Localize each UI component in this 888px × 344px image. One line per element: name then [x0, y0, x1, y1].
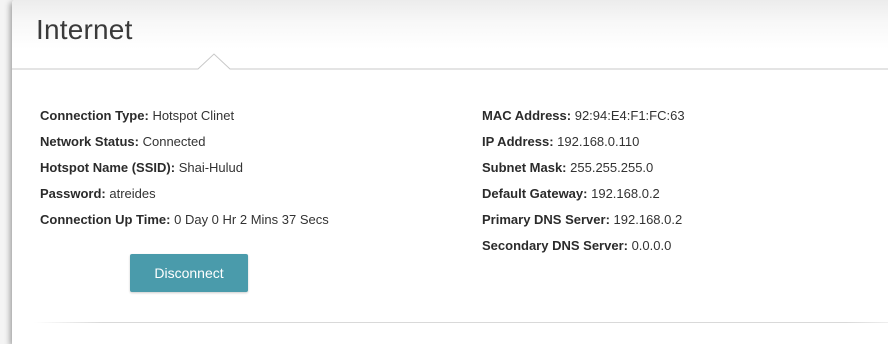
- password-value: atreides: [109, 186, 156, 201]
- ip-address-value: 192.168.0.110: [557, 134, 640, 149]
- network-status-row: Network Status: Connected: [40, 133, 329, 159]
- password-label: Password:: [40, 186, 106, 201]
- connection-type-value: Hotspot Clinet: [152, 108, 235, 123]
- subnet-mask-label: Subnet Mask:: [482, 160, 567, 175]
- connection-up-time-value: 0 Day 0 Hr 2 Mins 37 Secs: [174, 212, 329, 227]
- secondary-dns-row: Secondary DNS Server: 0.0.0.0: [482, 237, 685, 263]
- hotspot-name-value: Shai-Hulud: [178, 160, 244, 175]
- subnet-mask-row: Subnet Mask: 255.255.255.0: [482, 159, 685, 185]
- default-gateway-row: Default Gateway: 192.168.0.2: [482, 185, 685, 211]
- internet-panel: Internet Connection Type: Hotspot Clinet…: [12, 0, 888, 344]
- header-divider: [12, 53, 888, 70]
- mac-address-value: 92:94:E4:F1:FC:63: [574, 108, 685, 123]
- footer-divider: [34, 322, 888, 323]
- network-status-label: Network Status:: [40, 134, 139, 149]
- ip-address-label: IP Address:: [482, 134, 554, 149]
- default-gateway-value: 192.168.0.2: [591, 186, 660, 201]
- connection-type-row: Connection Type: Hotspot Clinet: [40, 107, 329, 133]
- disconnect-button[interactable]: Disconnect: [130, 254, 248, 292]
- connection-info-left: Connection Type: Hotspot Clinet Network …: [40, 107, 329, 237]
- network-status-value: Connected: [142, 134, 206, 149]
- hotspot-name-row: Hotspot Name (SSID): Shai-Hulud: [40, 159, 329, 185]
- page-title: Internet: [36, 14, 133, 45]
- connection-type-label: Connection Type:: [40, 108, 149, 123]
- primary-dns-value: 192.168.0.2: [613, 212, 683, 227]
- hotspot-name-label: Hotspot Name (SSID):: [40, 160, 176, 175]
- password-row: Password: atreides: [40, 185, 329, 211]
- connection-info-right: MAC Address: 92:94:E4:F1:FC:63 IP Addres…: [482, 107, 685, 263]
- subnet-mask-value: 255.255.255.0: [570, 160, 654, 175]
- primary-dns-label: Primary DNS Server:: [482, 212, 610, 227]
- connection-up-time-label: Connection Up Time:: [40, 212, 171, 227]
- connection-up-time-row: Connection Up Time: 0 Day 0 Hr 2 Mins 37…: [40, 211, 329, 237]
- mac-address-row: MAC Address: 92:94:E4:F1:FC:63: [482, 107, 685, 133]
- default-gateway-label: Default Gateway:: [482, 186, 588, 201]
- mac-address-label: MAC Address:: [482, 108, 572, 123]
- ip-address-row: IP Address: 192.168.0.110: [482, 133, 685, 159]
- secondary-dns-value: 0.0.0.0: [631, 238, 672, 253]
- secondary-dns-label: Secondary DNS Server:: [482, 238, 628, 253]
- primary-dns-row: Primary DNS Server: 192.168.0.2: [482, 211, 685, 237]
